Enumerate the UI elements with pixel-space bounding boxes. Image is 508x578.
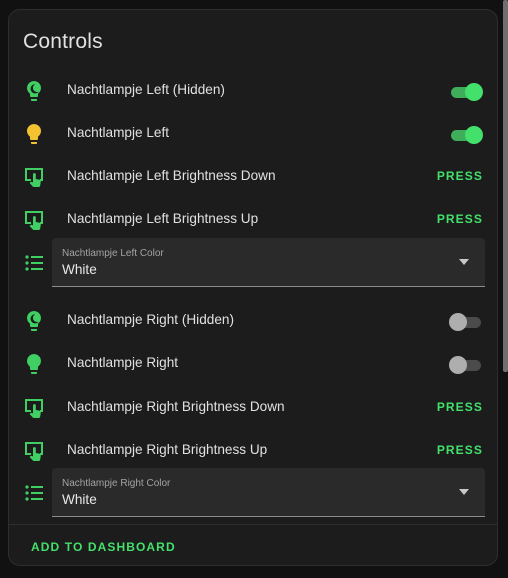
- footer-divider: [9, 524, 497, 525]
- format-list-bulleted-icon: [25, 485, 43, 501]
- toggle-switch[interactable]: [449, 313, 483, 331]
- lightbulb-icon: [27, 124, 41, 144]
- entity-row-nachtlampje-right[interactable]: Nachtlampje Right: [9, 343, 497, 386]
- entity-row-left-brightness-up[interactable]: Nachtlampje Left Brightness Up PRESS: [9, 199, 497, 242]
- entity-label: Nachtlampje Left: [67, 125, 170, 140]
- press-button[interactable]: PRESS: [437, 443, 483, 457]
- format-list-bulleted-icon: [25, 255, 43, 271]
- color-select[interactable]: Nachtlampje Right Color White: [52, 468, 485, 517]
- dropdown-arrow-icon[interactable]: [459, 259, 469, 265]
- page-scrollbar[interactable]: [503, 0, 508, 372]
- gesture-tap-button-icon: [25, 442, 43, 462]
- color-select[interactable]: Nachtlampje Left Color White: [52, 238, 485, 287]
- select-label: Nachtlampje Left Color: [62, 248, 164, 259]
- toggle-switch[interactable]: [449, 83, 483, 101]
- controls-card: Controls Nachtlampje Left (Hidden) Nacht…: [8, 9, 498, 566]
- entity-label: Nachtlampje Right (Hidden): [67, 312, 234, 327]
- entity-label: Nachtlampje Left Brightness Down: [67, 168, 276, 183]
- gesture-tap-button-icon: [25, 211, 43, 231]
- gesture-tap-button-icon: [25, 399, 43, 419]
- card-title: Controls: [23, 30, 103, 53]
- entity-row-nachtlampje-right-hidden[interactable]: Nachtlampje Right (Hidden): [9, 300, 497, 343]
- toggle-switch[interactable]: [449, 126, 483, 144]
- entity-row-left-brightness-down[interactable]: Nachtlampje Left Brightness Down PRESS: [9, 156, 497, 199]
- entity-row-right-brightness-down[interactable]: Nachtlampje Right Brightness Down PRESS: [9, 387, 497, 430]
- select-label: Nachtlampje Right Color: [62, 478, 171, 489]
- gesture-tap-button-icon: [25, 168, 43, 188]
- dropdown-arrow-icon[interactable]: [459, 489, 469, 495]
- entity-row-nachtlampje-left-hidden[interactable]: Nachtlampje Left (Hidden): [9, 70, 497, 113]
- entity-label: Nachtlampje Right Brightness Down: [67, 399, 285, 414]
- entity-row-left-color: Nachtlampje Left Color White: [9, 238, 497, 288]
- select-value: White: [62, 262, 97, 277]
- select-value: White: [62, 492, 97, 507]
- entity-row-right-brightness-up[interactable]: Nachtlampje Right Brightness Up PRESS: [9, 430, 497, 473]
- entity-label: Nachtlampje Right Brightness Up: [67, 442, 268, 457]
- entity-label: Nachtlampje Right: [67, 355, 179, 370]
- lightbulb-icon: [27, 354, 41, 374]
- add-to-dashboard-button[interactable]: ADD TO DASHBOARD: [31, 540, 176, 554]
- press-button[interactable]: PRESS: [437, 212, 483, 226]
- press-button[interactable]: PRESS: [437, 169, 483, 183]
- press-button[interactable]: PRESS: [437, 400, 483, 414]
- nightlight-icon: [27, 311, 41, 331]
- nightlight-icon: [27, 81, 41, 101]
- entity-row-right-color: Nachtlampje Right Color White: [9, 468, 497, 518]
- toggle-switch[interactable]: [449, 356, 483, 374]
- entity-row-nachtlampje-left[interactable]: Nachtlampje Left: [9, 113, 497, 156]
- entity-label: Nachtlampje Left Brightness Up: [67, 211, 259, 226]
- entity-label: Nachtlampje Left (Hidden): [67, 82, 225, 97]
